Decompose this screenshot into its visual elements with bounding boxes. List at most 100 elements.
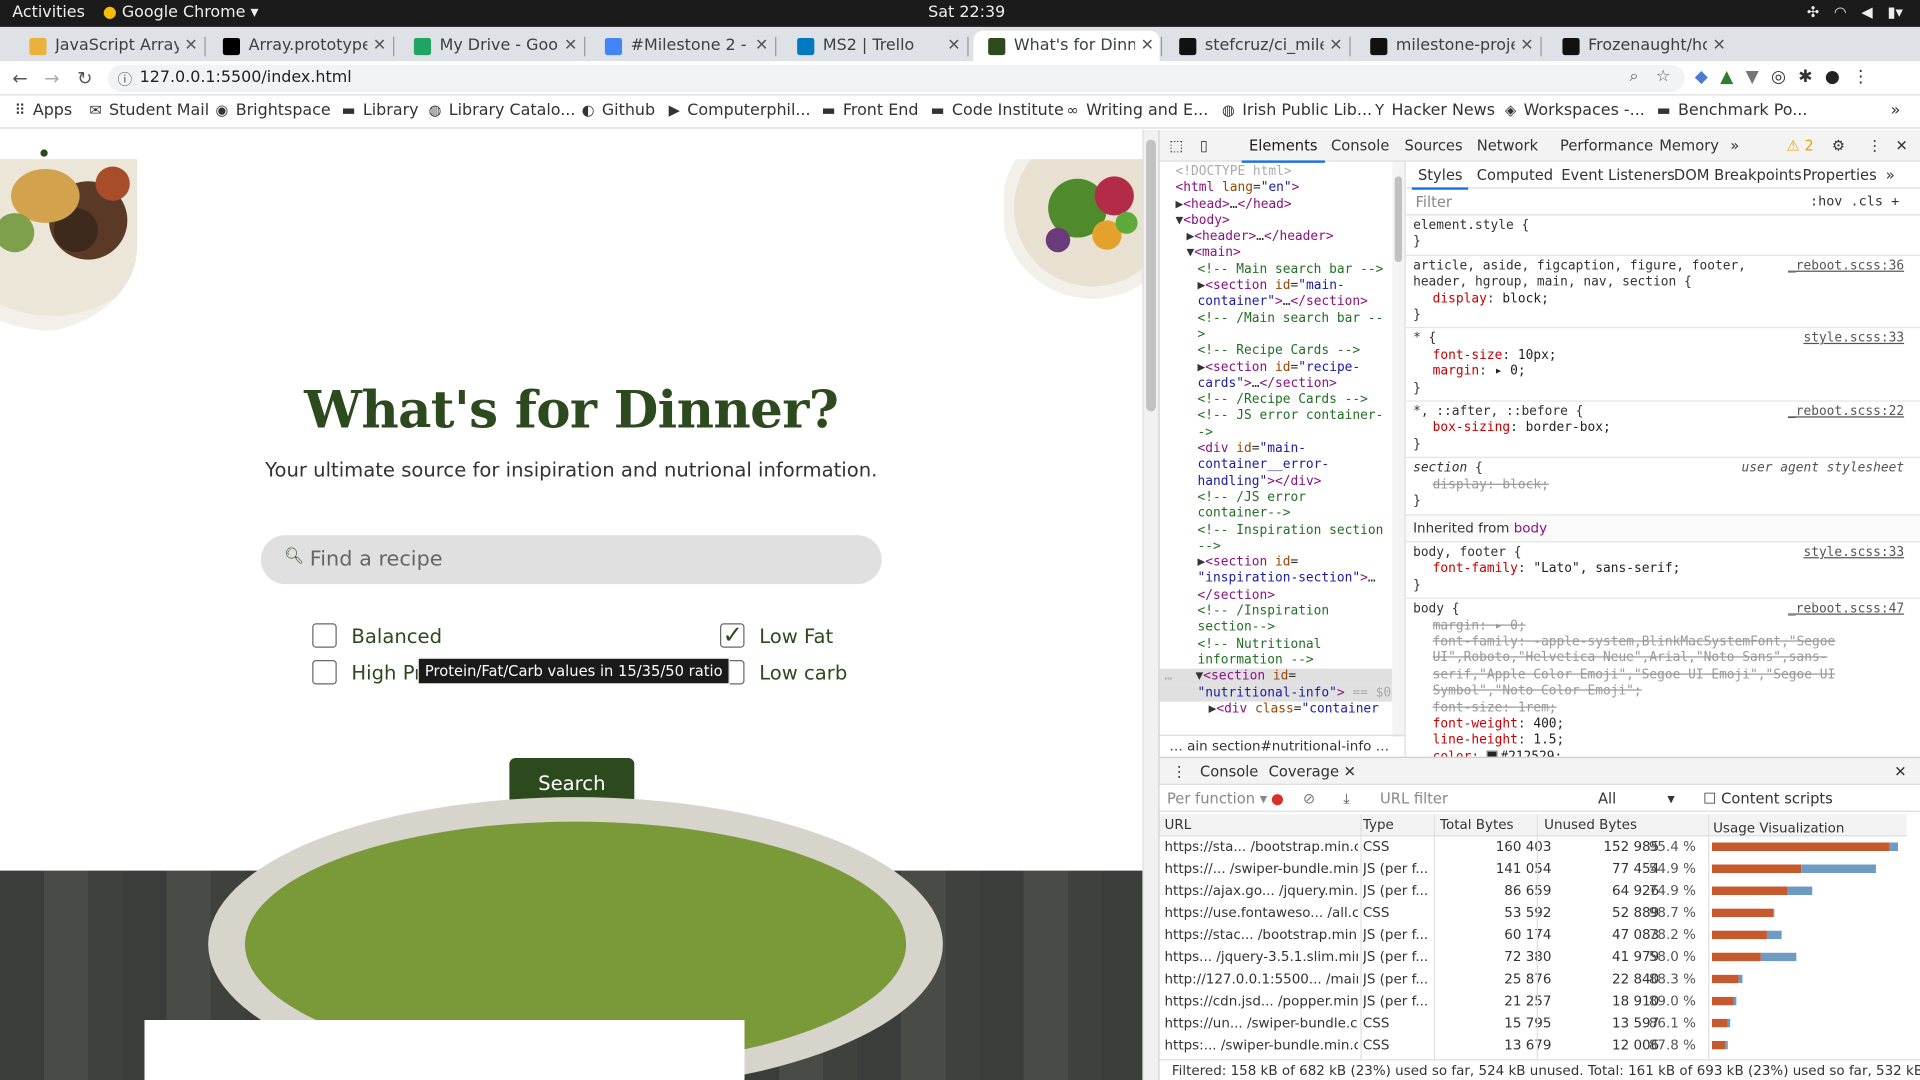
css-rule[interactable]: article, aside, figcaption, figure, foot… bbox=[1405, 256, 1920, 329]
dom-node-line[interactable]: ▶<div class="container bbox=[1160, 701, 1393, 717]
tab-console[interactable]: Console bbox=[1331, 137, 1389, 154]
styles-filter[interactable]: Filter :hov .cls + bbox=[1405, 189, 1920, 216]
breadcrumb[interactable]: … ain section#nutritional-info … bbox=[1159, 734, 1405, 757]
tab-memory[interactable]: Memory bbox=[1659, 137, 1719, 154]
checkbox-low-carb[interactable]: Low carb bbox=[720, 660, 847, 685]
browser-tab[interactable]: What's for Dinner?✕ bbox=[973, 30, 1160, 62]
checkbox-box-checked[interactable] bbox=[720, 620, 745, 649]
table-row[interactable]: https://sta... /bootstrap.min.css CSS 160 … bbox=[1160, 836, 1907, 858]
css-declaration[interactable]: font-size: 1rem; bbox=[1413, 700, 1911, 716]
browser-tab[interactable]: Array.prototype.fo✕ bbox=[208, 31, 392, 62]
dom-node-line[interactable]: <!-- Main search bar --> bbox=[1160, 262, 1393, 278]
dom-node-line[interactable]: > bbox=[1160, 327, 1393, 343]
slack-icon[interactable]: ✣ bbox=[1807, 4, 1819, 21]
css-source-link[interactable]: style.scss:33 bbox=[1803, 331, 1904, 347]
drawer-tab-console[interactable]: Console bbox=[1200, 763, 1258, 780]
devtools-menu-icon[interactable]: ⋮ bbox=[1867, 137, 1882, 154]
system-tray[interactable]: ✣ ◠ ◀ ▮▾ bbox=[1807, 4, 1903, 21]
close-tab-icon[interactable]: ✕ bbox=[1707, 37, 1731, 55]
checkbox-balanced[interactable]: Balanced bbox=[312, 623, 442, 648]
dom-node-line[interactable]: "nutritional-info"> == $0 bbox=[1159, 685, 1393, 702]
site-info-icon[interactable]: ⓘ bbox=[118, 69, 133, 90]
dom-node-line[interactable]: <!-- Recipe Cards --> bbox=[1160, 343, 1393, 359]
dom-node-line[interactable]: <!-- Inspiration section bbox=[1160, 522, 1393, 538]
dom-node-line[interactable]: ▼<main> bbox=[1160, 245, 1393, 261]
close-tab-icon[interactable]: ✕ bbox=[1515, 37, 1539, 55]
tab-properties[interactable]: Properties bbox=[1802, 167, 1876, 184]
css-declaration[interactable]: font-family: -apple-system,BlinkMacSyste… bbox=[1413, 634, 1911, 700]
table-row[interactable]: https://un... /swiper-bundle.css CSS 15 79… bbox=[1160, 1013, 1907, 1035]
css-declaration[interactable]: color: #212529; bbox=[1413, 749, 1911, 757]
bookmark-item[interactable]: ▶ Computerphil... bbox=[669, 102, 811, 120]
extension-icon[interactable]: ▼ bbox=[1746, 67, 1759, 87]
close-tab-icon[interactable]: ✕ bbox=[1135, 37, 1159, 55]
dom-scrollbar[interactable] bbox=[1392, 161, 1405, 738]
table-row[interactable]: https://use.fontaweso... /all.css CSS 53 5… bbox=[1160, 902, 1907, 924]
close-drawer-icon[interactable]: ✕ bbox=[1894, 763, 1906, 780]
dom-node-line[interactable]: ▶<header>…</header> bbox=[1160, 229, 1393, 245]
clear-icon[interactable]: ⊘ bbox=[1303, 790, 1315, 807]
dom-node-line[interactable]: <!DOCTYPE html> bbox=[1160, 164, 1393, 180]
column-header[interactable]: URL bbox=[1164, 817, 1357, 833]
bookmark-item[interactable]: ◍ Library Catalo... bbox=[429, 102, 576, 120]
dom-node-line[interactable]: <!-- /Main search bar -- bbox=[1160, 311, 1393, 327]
filter-tools[interactable]: :hov .cls + bbox=[1810, 193, 1899, 209]
column-header[interactable]: Usage Visualization bbox=[1713, 820, 1906, 836]
export-icon[interactable]: ⤓ bbox=[1343, 790, 1350, 808]
css-declaration[interactable]: box-sizing: border-box; bbox=[1413, 421, 1911, 437]
bookmark-item[interactable]: ◐ Github bbox=[582, 102, 655, 120]
bookmark-item[interactable]: ◍ Irish Public Lib... bbox=[1222, 102, 1372, 120]
battery-icon[interactable]: ▮▾ bbox=[1887, 4, 1902, 21]
wifi-icon[interactable]: ◠ bbox=[1834, 4, 1847, 21]
css-source-link[interactable]: style.scss:33 bbox=[1803, 545, 1904, 561]
dom-node-line[interactable]: -> bbox=[1160, 425, 1393, 441]
table-row[interactable]: https:... /swiper-bundle.min.css CSS 13 67… bbox=[1160, 1035, 1907, 1057]
device-toolbar-icon[interactable]: ▯ bbox=[1200, 137, 1208, 154]
tab-performance[interactable]: Performance bbox=[1560, 137, 1653, 154]
clock[interactable]: Sat 22:39 bbox=[928, 4, 1005, 22]
css-rule[interactable]: section {user agent stylesheet display: b… bbox=[1405, 458, 1920, 515]
browser-tab[interactable]: JavaScript Array fo✕ bbox=[15, 31, 204, 62]
url-filter-input[interactable]: URL filter bbox=[1380, 790, 1448, 807]
bookmark-item[interactable]: ▬ Front End bbox=[822, 102, 919, 120]
close-tab-icon[interactable]: ✕ bbox=[179, 37, 203, 55]
reload-icon[interactable]: ↻ bbox=[77, 67, 92, 89]
puzzle-icon[interactable]: ✱ bbox=[1798, 67, 1812, 87]
avatar[interactable]: ● bbox=[1825, 67, 1840, 87]
record-icon[interactable]: ● bbox=[1271, 790, 1284, 807]
table-row[interactable]: https://stac... /bootstrap.min.js JS (per… bbox=[1160, 924, 1907, 946]
tab-event-listeners[interactable]: Event Listeners bbox=[1561, 167, 1675, 184]
css-rule[interactable]: body {_reboot.scss:47 margin: ▸ 0; font-fa… bbox=[1406, 599, 1920, 757]
extension-icon[interactable]: ▲ bbox=[1720, 67, 1733, 87]
browser-tab[interactable]: MS2 | Trello ✕ bbox=[782, 31, 966, 62]
dom-node-line[interactable]: container--> bbox=[1160, 506, 1393, 522]
css-source-link[interactable]: _reboot.scss:36 bbox=[1788, 258, 1904, 274]
bookmark-item[interactable]: ▬ Library bbox=[342, 102, 419, 120]
zoom-icon[interactable]: ⌕ bbox=[1629, 67, 1638, 85]
table-row[interactable]: https://cdn.jsd... /popper.min.js JS (per… bbox=[1160, 991, 1907, 1013]
close-tab-icon[interactable]: ✕ bbox=[367, 37, 391, 55]
close-devtools-icon[interactable]: ✕ bbox=[1896, 137, 1908, 154]
dom-node-line[interactable]: <div id="main- bbox=[1160, 441, 1393, 457]
dom-node-line[interactable]: cards">…</section> bbox=[1160, 376, 1393, 392]
page-scrollbar-thumb[interactable] bbox=[1146, 139, 1156, 412]
dom-node-line[interactable]: <!-- /Recipe Cards --> bbox=[1160, 392, 1393, 408]
page-scrollbar[interactable] bbox=[1142, 129, 1159, 1080]
chrome-app-menu[interactable]: ● Google Chrome ▾ bbox=[103, 4, 259, 22]
bookmark-star-icon[interactable]: ☆ bbox=[1656, 67, 1670, 85]
checkbox-box[interactable] bbox=[312, 623, 337, 648]
css-declaration[interactable]: font-size: 10px; bbox=[1413, 348, 1911, 364]
warning-icon[interactable]: ⚠ 2 bbox=[1787, 137, 1814, 154]
dom-node-line[interactable]: <!-- /JS error bbox=[1160, 490, 1393, 506]
recipe-search-input[interactable] bbox=[309, 544, 849, 575]
drawer-menu-icon[interactable]: ⋮ bbox=[1172, 763, 1187, 780]
menu-kebab-icon[interactable]: ⋮ bbox=[1852, 67, 1869, 87]
bookmark-item[interactable]: ▬ Code Institute bbox=[931, 102, 1064, 120]
forward-icon[interactable]: → bbox=[44, 67, 59, 89]
css-declaration[interactable]: font-family: "Lato", sans-serif; bbox=[1413, 561, 1911, 577]
css-declaration[interactable]: font-weight: 400; bbox=[1413, 716, 1911, 732]
close-tab-icon[interactable]: ✕ bbox=[749, 37, 773, 55]
css-declaration[interactable]: line-height: 1.5; bbox=[1413, 733, 1911, 749]
close-tab-icon[interactable]: ✕ bbox=[1324, 37, 1348, 55]
dom-node-line[interactable]: ▶<section id="recipe- bbox=[1160, 359, 1393, 375]
